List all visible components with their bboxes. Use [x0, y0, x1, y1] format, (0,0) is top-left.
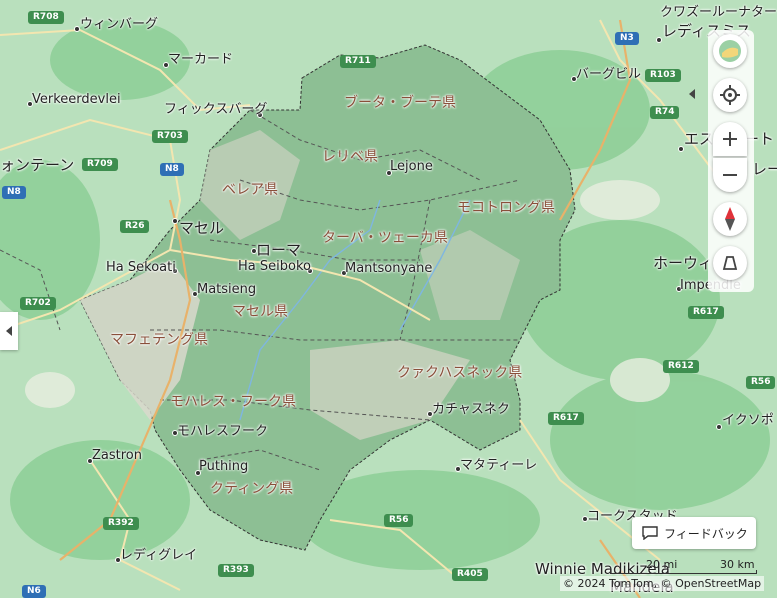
locate-icon: [720, 85, 740, 105]
province-label-mokhotlong[interactable]: モコトロング県: [457, 201, 555, 215]
town-label-verkeerdevlei[interactable]: Verkeerdevlei: [32, 93, 121, 106]
zoom-in-button[interactable]: [713, 122, 747, 156]
town-label-ixopo[interactable]: イクソポ: [722, 414, 774, 427]
compass-button[interactable]: [713, 202, 747, 236]
speech-bubble-icon: [642, 526, 658, 540]
side-panel-expand[interactable]: [0, 312, 18, 350]
town-label-matsieng[interactable]: Matsieng: [197, 283, 256, 296]
town-label-mohales-hoek[interactable]: モハレスフーク: [177, 425, 268, 438]
panel-collapse-right[interactable]: [684, 78, 700, 110]
town-label-partial[interactable]: レー: [752, 162, 777, 177]
province-label-thaba-tseka[interactable]: ターバ・ツェーカ県: [322, 231, 448, 245]
province-label-quthing[interactable]: クティング県: [210, 482, 293, 496]
town-label-mantsonyane[interactable]: Mantsonyane: [345, 262, 432, 275]
road-shield-r703: R703: [152, 130, 188, 143]
town-label-ficksburg[interactable]: フィックスバーグ: [164, 103, 267, 116]
province-label-leribe[interactable]: レリベ県: [322, 150, 378, 164]
town-label-howick[interactable]: ホーウィ: [653, 256, 713, 271]
town-label-matatiele[interactable]: マタティーレ: [460, 459, 537, 472]
scale-bar: [610, 570, 757, 574]
road-shield-r708: R708: [28, 11, 64, 24]
road-shield-r617: R617: [688, 306, 724, 319]
town-label-bloemfontein[interactable]: ォンテーン: [0, 158, 74, 173]
town-label-zastron[interactable]: Zastron: [92, 449, 142, 462]
town-label-winburg[interactable]: ウィンバーグ: [80, 18, 158, 31]
province-label-butha-buthe[interactable]: ブータ・ブーテ県: [344, 96, 456, 110]
province-label-berea[interactable]: ベレア県: [222, 183, 278, 197]
town-label-qachas-nek[interactable]: カチャスネク: [432, 403, 510, 416]
road-shield-r393: R393: [218, 564, 254, 577]
tilt-button[interactable]: [713, 246, 747, 280]
province-label-maseru[interactable]: マセル県: [232, 305, 288, 319]
road-shield-n3: N3: [615, 32, 639, 45]
town-label-puthing[interactable]: Puthing: [199, 460, 248, 473]
plus-icon: [723, 132, 737, 146]
chevron-left-icon: [6, 326, 12, 336]
province-label-qachas-nek[interactable]: クァクハスネック県: [397, 366, 522, 380]
minus-icon: [723, 174, 737, 176]
road-shield-r702: R702: [20, 297, 56, 310]
road-shield-n8: N8: [2, 186, 26, 199]
road-shield-r709: R709: [82, 158, 118, 171]
town-label-marquard[interactable]: マーカード: [168, 53, 233, 66]
feedback-label: フィードバック: [664, 526, 748, 541]
road-shield-n6: N6: [22, 585, 46, 598]
road-shield-n8: N8: [160, 163, 184, 176]
town-label-roma[interactable]: ローマ: [256, 243, 301, 258]
map-layers-button[interactable]: [713, 34, 747, 68]
town-label-ladygrey[interactable]: レディグレイ: [120, 549, 197, 562]
locate-button[interactable]: [713, 78, 747, 112]
town-label-ha-seiboko[interactable]: Ha Seiboko: [238, 260, 311, 273]
map-attribution[interactable]: © 2024 TomTom, © OpenStreetMap: [560, 576, 765, 591]
tilt-icon: [722, 256, 738, 270]
road-shield-r74: R74: [650, 106, 680, 119]
province-label-mohales-hoek[interactable]: モハレス・フーク県: [170, 395, 296, 409]
region-label-kwazulu-natal[interactable]: クワズールーナター: [660, 6, 777, 19]
road-shield-r617: R617: [548, 412, 584, 425]
road-shield-r26: R26: [120, 220, 150, 233]
chevron-left-icon: [689, 89, 695, 99]
town-label-ha-sekoati[interactable]: Ha Sekoati: [106, 261, 176, 274]
zoom-out-button[interactable]: [713, 158, 747, 192]
town-dot: [172, 218, 178, 224]
province-label-mafeteng[interactable]: マフェテング県: [110, 333, 208, 347]
road-shield-r103: R103: [645, 69, 681, 82]
road-shield-r711: R711: [340, 55, 376, 68]
town-label-bergville[interactable]: バーグビル: [576, 68, 641, 81]
compass-icon: [725, 207, 735, 231]
map-layers-icon: [719, 40, 741, 62]
road-shield-r56: R56: [746, 376, 776, 389]
town-label-lejone[interactable]: Lejone: [390, 160, 433, 173]
town-label-maseru[interactable]: マセル: [179, 221, 224, 236]
road-shield-r392: R392: [103, 517, 139, 530]
road-shield-r612: R612: [663, 360, 699, 373]
feedback-button[interactable]: フィードバック: [632, 517, 756, 549]
road-shield-r405: R405: [452, 568, 488, 581]
road-shield-r56: R56: [384, 514, 414, 527]
